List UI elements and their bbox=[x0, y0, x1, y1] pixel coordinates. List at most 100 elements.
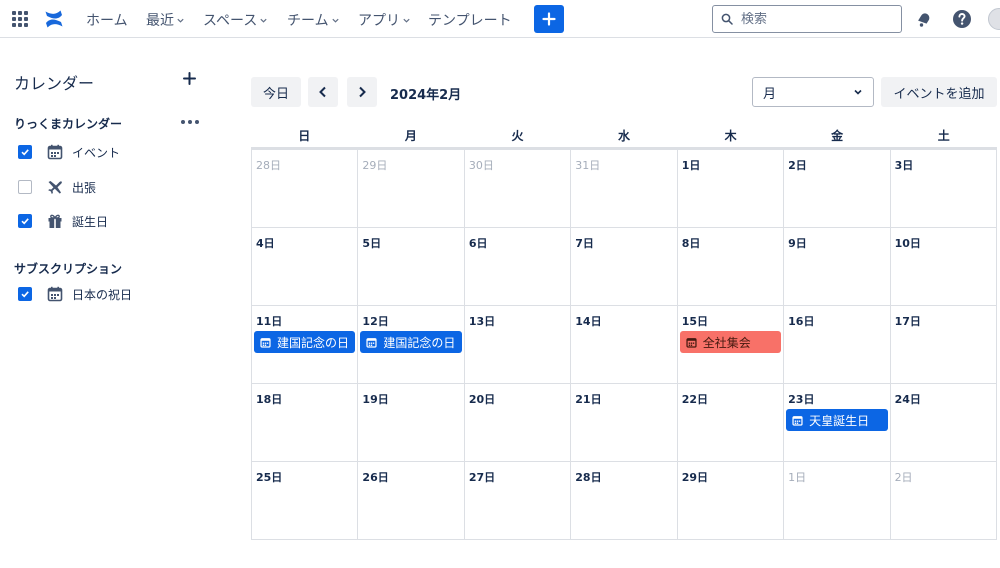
day-cell[interactable]: 19日 bbox=[358, 383, 465, 461]
day-cell[interactable]: 3日 bbox=[890, 149, 997, 227]
nav-spaces-label: スペース bbox=[203, 13, 258, 29]
day-cell[interactable]: 27日 bbox=[464, 461, 572, 539]
calendar-item-events[interactable]: イベント bbox=[18, 142, 120, 162]
checkbox-checked[interactable] bbox=[18, 287, 32, 301]
day-cell[interactable]: 28日 bbox=[252, 149, 359, 227]
add-event-button[interactable]: イベントを追加 bbox=[881, 77, 997, 107]
nav-spaces[interactable]: スペース bbox=[203, 10, 268, 30]
day-cell[interactable]: 29日 bbox=[358, 149, 465, 227]
day-cell[interactable]: 10日 bbox=[890, 227, 997, 305]
day-cell[interactable]: 2日 bbox=[784, 149, 891, 227]
weekday-label: 月 bbox=[404, 129, 417, 143]
day-number: 23日 bbox=[788, 393, 815, 406]
day-cell[interactable]: 21日 bbox=[571, 383, 678, 461]
calendar-item-business-trip[interactable]: 出張 bbox=[18, 177, 96, 197]
day-cell[interactable]: 14日 bbox=[571, 305, 678, 383]
calendar-event[interactable]: 建国記念の日 bbox=[254, 331, 356, 353]
calendar-item-japan-holidays[interactable]: 日本の祝日 bbox=[18, 284, 132, 304]
chevron-down-icon bbox=[403, 18, 410, 23]
sidebar-title: カレンダー bbox=[14, 74, 95, 93]
day-number: 29日 bbox=[681, 471, 709, 484]
weekday-header: 日 月 火 水 木 金 土 bbox=[251, 127, 997, 149]
day-cell[interactable]: 30日 bbox=[464, 149, 572, 227]
today-button[interactable]: 今日 bbox=[251, 77, 301, 107]
day-cell[interactable]: 18日 bbox=[252, 383, 359, 461]
more-options-icon[interactable] bbox=[178, 114, 202, 130]
event-label: 全社集会 bbox=[702, 335, 751, 350]
prev-month-button[interactable] bbox=[308, 77, 338, 107]
nav-teams[interactable]: チーム bbox=[287, 10, 340, 30]
day-cell[interactable]: 9日 bbox=[784, 227, 891, 305]
weekday-label: 水 bbox=[618, 129, 631, 143]
nav-apps[interactable]: アプリ bbox=[358, 10, 411, 30]
search-input[interactable] bbox=[741, 11, 891, 27]
day-cell[interactable]: 11日 建国記念の日 bbox=[252, 305, 359, 383]
notification-bell-icon[interactable] bbox=[913, 8, 935, 30]
day-number: 17日 bbox=[894, 315, 921, 328]
nav-templates-label: テンプレート bbox=[428, 13, 512, 29]
chevron-down-icon bbox=[331, 18, 339, 23]
day-cell[interactable]: 23日天皇誕生日 bbox=[784, 383, 891, 461]
day-cell[interactable]: 15日全社集会 bbox=[677, 305, 785, 383]
day-cell[interactable]: 22日 bbox=[677, 383, 785, 461]
calendar-item-label: 日本の祝日 bbox=[72, 287, 133, 302]
day-cell[interactable]: 4日 bbox=[252, 227, 359, 305]
checkbox-checked[interactable] bbox=[18, 214, 32, 228]
checkbox-checked[interactable] bbox=[18, 145, 32, 159]
day-number: 2日 bbox=[894, 471, 913, 484]
confluence-logo-icon[interactable] bbox=[44, 8, 64, 30]
nav-templates[interactable]: テンプレート bbox=[428, 10, 512, 30]
day-cell[interactable]: 5日 bbox=[358, 227, 465, 305]
day-cell[interactable]: 1日 bbox=[784, 461, 891, 539]
day-cell[interactable]: 8日 bbox=[677, 227, 785, 305]
day-cell[interactable]: 6日 bbox=[464, 227, 572, 305]
nav-recent[interactable]: 最近 bbox=[146, 10, 185, 30]
event-label: 天皇誕生日 bbox=[809, 413, 870, 428]
current-month-label: 2024年2月 bbox=[390, 88, 462, 103]
nav-recent-label: 最近 bbox=[146, 13, 174, 29]
day-cell[interactable]: 17日 bbox=[890, 305, 997, 383]
day-number: 19日 bbox=[362, 393, 389, 406]
day-cell[interactable]: 29日 bbox=[677, 461, 785, 539]
calendar-month-grid: 28日 29日 30日 31日 1日 2日 3日 4日 5日 6日 7日 8日 9日 10日 11日 建国記念… bbox=[251, 149, 997, 540]
add-event-button-label: イベントを追加 bbox=[893, 86, 985, 102]
calendar-event[interactable]: 天皇誕生日 bbox=[786, 409, 888, 431]
day-cell[interactable]: 16日 bbox=[784, 305, 891, 383]
day-number: 21日 bbox=[575, 393, 602, 406]
weekday-label: 火 bbox=[511, 129, 524, 143]
day-number: 15日 bbox=[681, 315, 709, 328]
checkbox-unchecked[interactable] bbox=[18, 180, 32, 194]
help-icon[interactable] bbox=[951, 8, 973, 30]
calendar-event[interactable]: 建国記念の日 bbox=[360, 331, 462, 353]
day-cell[interactable]: 24日 bbox=[890, 383, 997, 461]
day-cell[interactable]: 28日 bbox=[571, 461, 678, 539]
day-cell[interactable]: 7日 bbox=[571, 227, 678, 305]
day-number: 4日 bbox=[256, 237, 275, 250]
day-cell[interactable]: 1日 bbox=[677, 149, 785, 227]
nav-home[interactable]: ホーム bbox=[86, 10, 128, 30]
chevron-down-icon bbox=[854, 89, 862, 95]
day-cell[interactable]: 26日 bbox=[358, 461, 465, 539]
calendar-item-label: イベント bbox=[72, 145, 121, 160]
day-number: 26日 bbox=[362, 471, 389, 484]
create-button[interactable] bbox=[534, 5, 564, 33]
day-number: 28日 bbox=[575, 471, 602, 484]
day-number: 1日 bbox=[681, 159, 701, 172]
day-cell[interactable]: 12日 建国記念の日 bbox=[358, 305, 465, 383]
my-calendars-heading: りっくまカレンダー bbox=[14, 117, 123, 131]
add-calendar-button[interactable] bbox=[180, 68, 198, 88]
day-cell[interactable]: 25日 bbox=[252, 461, 359, 539]
avatar[interactable] bbox=[988, 8, 1000, 30]
calendar-item-birthdays[interactable]: 誕生日 bbox=[18, 211, 108, 231]
day-cell[interactable]: 2日 bbox=[890, 461, 997, 539]
app-switcher-icon[interactable] bbox=[12, 11, 28, 27]
day-cell[interactable]: 20日 bbox=[464, 383, 572, 461]
day-number: 13日 bbox=[468, 315, 496, 328]
search-box[interactable] bbox=[712, 5, 902, 33]
view-select[interactable]: 月 bbox=[752, 77, 874, 107]
day-cell[interactable]: 13日 bbox=[464, 305, 572, 383]
day-cell[interactable]: 31日 bbox=[571, 149, 678, 227]
chevron-down-icon bbox=[260, 18, 267, 23]
next-month-button[interactable] bbox=[347, 77, 377, 107]
calendar-event[interactable]: 全社集会 bbox=[679, 331, 782, 353]
